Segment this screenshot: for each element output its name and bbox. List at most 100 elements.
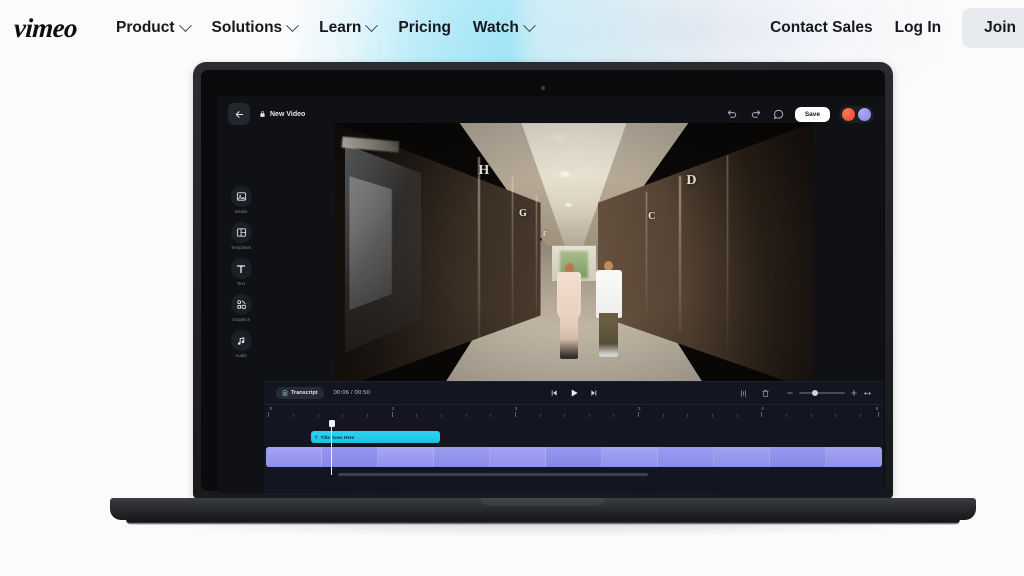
- door-seam: [478, 157, 480, 351]
- elevator-letter: G: [519, 208, 527, 220]
- log-in-link[interactable]: Log In: [884, 13, 953, 43]
- clip-thumbnail: [602, 447, 659, 467]
- undo-button[interactable]: [726, 107, 740, 121]
- laptop-screen: New Video Save Media Templates Text Grap…: [218, 96, 884, 493]
- ceiling-light: [554, 170, 575, 177]
- sidebar-item-text[interactable]: Text: [221, 258, 261, 286]
- split-clip-button[interactable]: [736, 386, 750, 400]
- ruler-label: 4: [761, 406, 764, 411]
- tool-sidebar: Media Templates Text Graphics Audio: [218, 138, 264, 493]
- door-seam: [726, 154, 729, 353]
- playhead[interactable]: [328, 420, 335, 475]
- video-clip[interactable]: [266, 447, 882, 467]
- video-preview[interactable]: H G F D C: [335, 122, 813, 391]
- clip-thumbnail: [434, 447, 491, 467]
- nav-label: Watch: [472, 19, 519, 36]
- person-dress: [557, 272, 582, 321]
- door-seam: [511, 176, 514, 332]
- clip-thumbnail: [490, 447, 547, 467]
- ruler-label: 5: [875, 406, 879, 411]
- graphics-icon-wrap: [230, 294, 252, 315]
- document-title-label: New Video: [270, 110, 306, 118]
- left-glass-reflection: [349, 176, 393, 311]
- playhead-handle[interactable]: [328, 420, 335, 427]
- sidebar-item-graphics[interactable]: Graphics: [221, 294, 261, 322]
- person-man: [595, 261, 622, 361]
- comment-icon: [774, 109, 784, 119]
- join-button[interactable]: Join: [962, 8, 1024, 48]
- fit-to-width-button[interactable]: [863, 389, 872, 398]
- sidebar-item-media[interactable]: Media: [221, 186, 261, 214]
- laptop-base-notch: [481, 498, 605, 506]
- skip-back-icon: [551, 390, 557, 396]
- clip-thumbnail: [378, 447, 435, 467]
- nav-item-pricing[interactable]: Pricing: [387, 13, 462, 43]
- nav-label: Solutions: [211, 19, 283, 36]
- avatar[interactable]: [842, 107, 855, 121]
- nav-item-watch[interactable]: Watch: [462, 13, 545, 43]
- zoom-slider[interactable]: [799, 388, 845, 398]
- transcript-button[interactable]: Transcript: [276, 387, 324, 399]
- clip-thumbnail: [266, 447, 323, 467]
- video-scene: H G F D C: [335, 122, 813, 391]
- timeline-toolbar: Transcript 00:06 / 00:50: [264, 382, 884, 404]
- arrow-left-icon: [235, 110, 243, 118]
- elevator-letter: H: [478, 162, 490, 178]
- redo-button[interactable]: [749, 107, 763, 121]
- fit-width-icon: [864, 391, 871, 395]
- play-button[interactable]: [569, 388, 580, 399]
- document-title[interactable]: New Video: [259, 110, 305, 118]
- time-display: 00:06 / 00:50: [333, 390, 371, 396]
- editor-toolbar-right: Save: [726, 105, 874, 123]
- person-legs: [560, 315, 579, 360]
- save-button[interactable]: Save: [794, 106, 830, 122]
- clip-thumbnail: [770, 447, 827, 467]
- zoom-slider-knob[interactable]: [812, 390, 818, 396]
- sidebar-item-audio[interactable]: Audio: [221, 330, 261, 358]
- trash-icon: [762, 389, 768, 397]
- nav-item-solutions[interactable]: Solutions: [201, 13, 309, 43]
- skip-forward-icon: [591, 390, 597, 396]
- sidebar-label: Text: [236, 281, 246, 286]
- nav-item-product[interactable]: Product: [105, 13, 201, 43]
- site-navbar: vimeo Product Solutions Learn Pricing Wa…: [0, 0, 1024, 56]
- chevron-down-icon: [286, 18, 300, 32]
- sidebar-label: Audio: [235, 353, 247, 358]
- audio-icon: [237, 337, 244, 345]
- sidebar-label: Graphics: [232, 317, 250, 322]
- templates-icon: [236, 228, 246, 237]
- avatar[interactable]: [858, 107, 871, 121]
- nav-actions: Contact Sales Log In Join: [759, 8, 1024, 48]
- timeline-zoom-group: [786, 388, 872, 398]
- door-seam: [679, 176, 681, 332]
- clip-thumbnail: [658, 447, 715, 467]
- zoom-in-button[interactable]: [850, 389, 858, 397]
- contact-sales-link[interactable]: Contact Sales: [759, 13, 884, 43]
- timeline-tracks: Title Goes Here: [264, 420, 884, 482]
- timeline-tools: [736, 386, 872, 400]
- nav-item-learn[interactable]: Learn: [308, 13, 387, 43]
- timeline-ruler[interactable]: 0 1 2 3 4 5: [266, 404, 882, 420]
- media-icon-wrap: [230, 186, 252, 207]
- sidebar-label: Templates: [231, 245, 251, 250]
- chevron-down-icon: [522, 18, 536, 32]
- door-seam: [535, 194, 538, 313]
- media-icon: [236, 192, 246, 201]
- laptop-bezel: New Video Save Media Templates Text Grap…: [201, 70, 885, 493]
- text-icon: [236, 264, 246, 273]
- playback-controls: [550, 388, 599, 399]
- delete-clip-button[interactable]: [758, 386, 772, 400]
- nav-label: Learn: [319, 19, 362, 36]
- skip-forward-button[interactable]: [590, 389, 599, 398]
- person-shirt: [595, 270, 622, 319]
- comment-button[interactable]: [772, 107, 786, 121]
- timeline-horizontal-scrollbar[interactable]: [338, 473, 649, 476]
- zoom-out-button[interactable]: [786, 389, 794, 397]
- undo-icon: [728, 109, 737, 118]
- back-button[interactable]: [228, 103, 250, 125]
- person-woman: [557, 263, 582, 361]
- skip-back-button[interactable]: [550, 389, 559, 398]
- sidebar-item-templates[interactable]: Templates: [221, 222, 261, 250]
- nav-label: Pricing: [398, 19, 451, 36]
- vimeo-logo[interactable]: vimeo: [7, 13, 84, 44]
